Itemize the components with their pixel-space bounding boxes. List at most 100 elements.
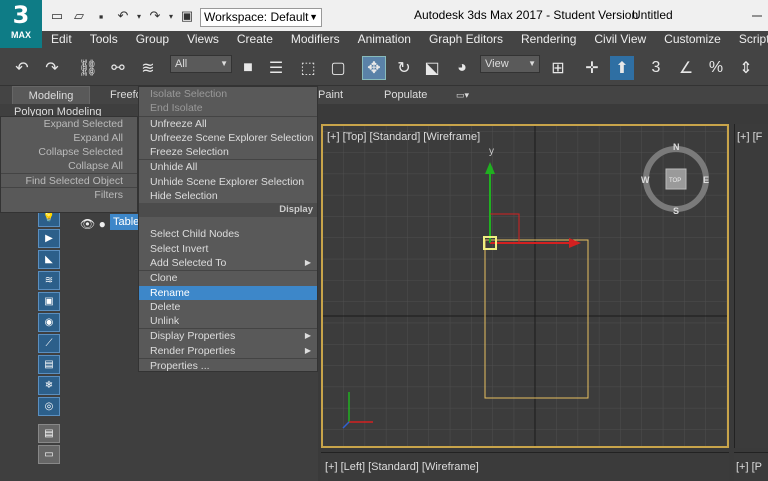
viewport-top-label[interactable]: [+] [Top] [Standard] [Wireframe] (327, 131, 480, 143)
reference-coordinate-dropdown[interactable]: View ▼ (480, 55, 540, 73)
reference-coordinate-value: View (485, 58, 509, 70)
scene-explorer-toolbar: 💡 ▶ ◣ ≋ ▣ ◉ ⟋ ▤ ❄ ◎ ▤ ▭ (38, 208, 60, 466)
menu-item-unfreeze-explorer-selection[interactable]: Unfreeze Scene Explorer Selection (139, 131, 317, 145)
select-by-name-icon[interactable]: ☰ (264, 56, 288, 80)
menu-civil-view[interactable]: Civil View (585, 31, 655, 48)
menu-item-hide-selection[interactable]: Hide Selection (139, 189, 317, 203)
menu-item-clone[interactable]: Clone (139, 271, 317, 285)
viewport-left[interactable]: [+] [Left] [Standard] [Wireframe] (321, 452, 729, 481)
display-frozen-icon[interactable]: ❄ (38, 376, 60, 395)
menu-item-render-properties[interactable]: Render Properties ▶ (139, 344, 317, 358)
menu-item-find-selected-object[interactable]: Find Selected Object (1, 173, 137, 187)
menu-script[interactable]: Script (730, 31, 768, 48)
compass-s-label: S (673, 206, 679, 216)
redo-icon[interactable]: ↷ (40, 56, 64, 80)
menu-item-end-isolate[interactable]: End Isolate (139, 101, 317, 115)
viewport-perspective-label[interactable]: [+] [P (736, 461, 762, 473)
menu-item-collapse-all[interactable]: Collapse All (1, 159, 137, 173)
link-icon[interactable]: ⛓ (76, 56, 100, 80)
menu-views[interactable]: Views (178, 31, 228, 48)
app-logo-button[interactable]: 3 MAX (0, 0, 42, 48)
workspace-dropdown[interactable]: Workspace: Default ▼ (200, 8, 322, 27)
select-object-icon[interactable]: ■ (236, 56, 260, 80)
menu-item-properties[interactable]: Properties ... (139, 359, 317, 373)
menu-item-select-invert[interactable]: Select Invert (139, 242, 317, 256)
display-groups-icon[interactable]: ▣ (38, 292, 60, 311)
menu-item-display-properties[interactable]: Display Properties ▶ (139, 329, 317, 343)
display-helpers-icon[interactable]: ◣ (38, 250, 60, 269)
display-none-icon[interactable]: ▭ (38, 445, 60, 464)
scene-node-table[interactable]: Table (110, 214, 139, 230)
redo-icon[interactable]: ↷ (144, 6, 166, 26)
top-viewport-canvas: y TOP N S E W (323, 126, 727, 446)
spinner-snap-icon[interactable]: ⇕ (734, 56, 758, 80)
menu-item-delete[interactable]: Delete (139, 300, 317, 314)
menu-customize[interactable]: Customize (655, 31, 730, 48)
window-crossing-icon[interactable]: ▢ (326, 56, 350, 80)
menu-animation[interactable]: Animation (349, 31, 420, 48)
pivot-point-icon[interactable]: ⊞ (546, 56, 570, 80)
move-icon[interactable]: ✥ (362, 56, 386, 80)
menu-modifiers[interactable]: Modifiers (282, 31, 349, 48)
undo-icon[interactable]: ↶ (10, 56, 34, 80)
ribbon-options-icon[interactable]: ▭▾ (456, 86, 469, 104)
tab-modeling[interactable]: Modeling (12, 86, 90, 104)
undo-dropdown-icon[interactable]: ▾ (134, 6, 144, 26)
menu-edit[interactable]: Edit (42, 31, 81, 48)
menu-item-filters[interactable]: Filters (1, 187, 137, 201)
place-icon[interactable]: ◕ (450, 56, 474, 80)
menu-item-unhide-explorer-selection[interactable]: Unhide Scene Explorer Selection (139, 175, 317, 189)
scale-icon[interactable]: ⬕ (420, 56, 444, 80)
display-xrefs-icon[interactable]: ◉ (38, 313, 60, 332)
menu-rendering[interactable]: Rendering (512, 31, 585, 48)
menu-item-unlink[interactable]: Unlink (139, 314, 317, 328)
undo-icon[interactable]: ↶ (112, 6, 134, 26)
visibility-eye-icon[interactable]: 👁 ● (80, 217, 106, 231)
viewport-left-label[interactable]: [+] [Left] [Standard] [Wireframe] (325, 461, 479, 473)
viewport-top[interactable]: y TOP N S E W [+] [Top] [Standard] [Wire… (321, 124, 729, 448)
menu-item-collapse-selected[interactable]: Collapse Selected (1, 145, 137, 159)
rectangular-selection-icon[interactable]: ⬚ (296, 56, 320, 80)
menu-graph-editors[interactable]: Graph Editors (420, 31, 512, 48)
menu-create[interactable]: Create (228, 31, 282, 48)
open-folder-icon[interactable]: ▱ (68, 6, 90, 26)
display-hidden-icon[interactable]: ◎ (38, 397, 60, 416)
unlink-icon[interactable]: ⚯ (106, 56, 130, 80)
angle-snap-icon[interactable]: ∠ (674, 56, 698, 80)
save-icon[interactable]: ▪ (90, 6, 112, 26)
tab-populate[interactable]: Populate (384, 86, 427, 104)
menu-item-add-selected-to[interactable]: Add Selected To ▶ (139, 256, 317, 270)
menu-item-select-child-nodes[interactable]: Select Child Nodes (139, 227, 317, 241)
redo-dropdown-icon[interactable]: ▾ (166, 6, 176, 26)
new-file-icon[interactable]: ▭ (46, 6, 68, 26)
display-cameras-icon[interactable]: ▶ (38, 229, 60, 248)
menu-group[interactable]: Group (127, 31, 178, 48)
viewport-front-label[interactable]: [+] [F (737, 131, 762, 143)
submenu-arrow-icon: ▶ (304, 345, 311, 355)
menu-item-isolate-selection[interactable]: Isolate Selection (139, 87, 317, 101)
display-containers-icon[interactable]: ▤ (38, 355, 60, 374)
display-all-icon[interactable]: ▤ (38, 424, 60, 443)
snaps-toggle-icon[interactable]: 3 (644, 56, 668, 80)
menu-tools[interactable]: Tools (81, 31, 127, 48)
rotate-icon[interactable]: ↻ (392, 56, 416, 80)
menu-item-freeze-selection[interactable]: Freeze Selection (139, 145, 317, 159)
percent-snap-icon[interactable]: % (704, 56, 728, 80)
display-bones-icon[interactable]: ⟋ (38, 334, 60, 353)
display-spacewarps-icon[interactable]: ≋ (38, 271, 60, 290)
select-manipulate-icon[interactable]: ✛ (580, 56, 604, 80)
selection-filter-dropdown[interactable]: All ▼ (170, 55, 232, 73)
bind-space-warp-icon[interactable]: ≋ (136, 56, 160, 80)
tab-paint[interactable]: Paint (318, 86, 343, 104)
keyboard-shortcut-override-icon[interactable]: ⬆ (610, 56, 634, 80)
menu-item-unhide-all[interactable]: Unhide All (139, 160, 317, 174)
project-folder-icon[interactable]: ▣ (176, 6, 198, 26)
menu-item-expand-all[interactable]: Expand All (1, 131, 137, 145)
viewport-front[interactable]: [+] [F (734, 124, 768, 448)
viewport-perspective[interactable]: [+] [P (734, 452, 768, 481)
minimize-icon[interactable] (748, 5, 766, 21)
menu-item-rename[interactable]: Rename (139, 285, 317, 300)
menu-item-unfreeze-all[interactable]: Unfreeze All (139, 117, 317, 131)
menu-item-expand-selected[interactable]: Expand Selected (1, 117, 137, 131)
menu-section-display: Display (139, 203, 317, 218)
